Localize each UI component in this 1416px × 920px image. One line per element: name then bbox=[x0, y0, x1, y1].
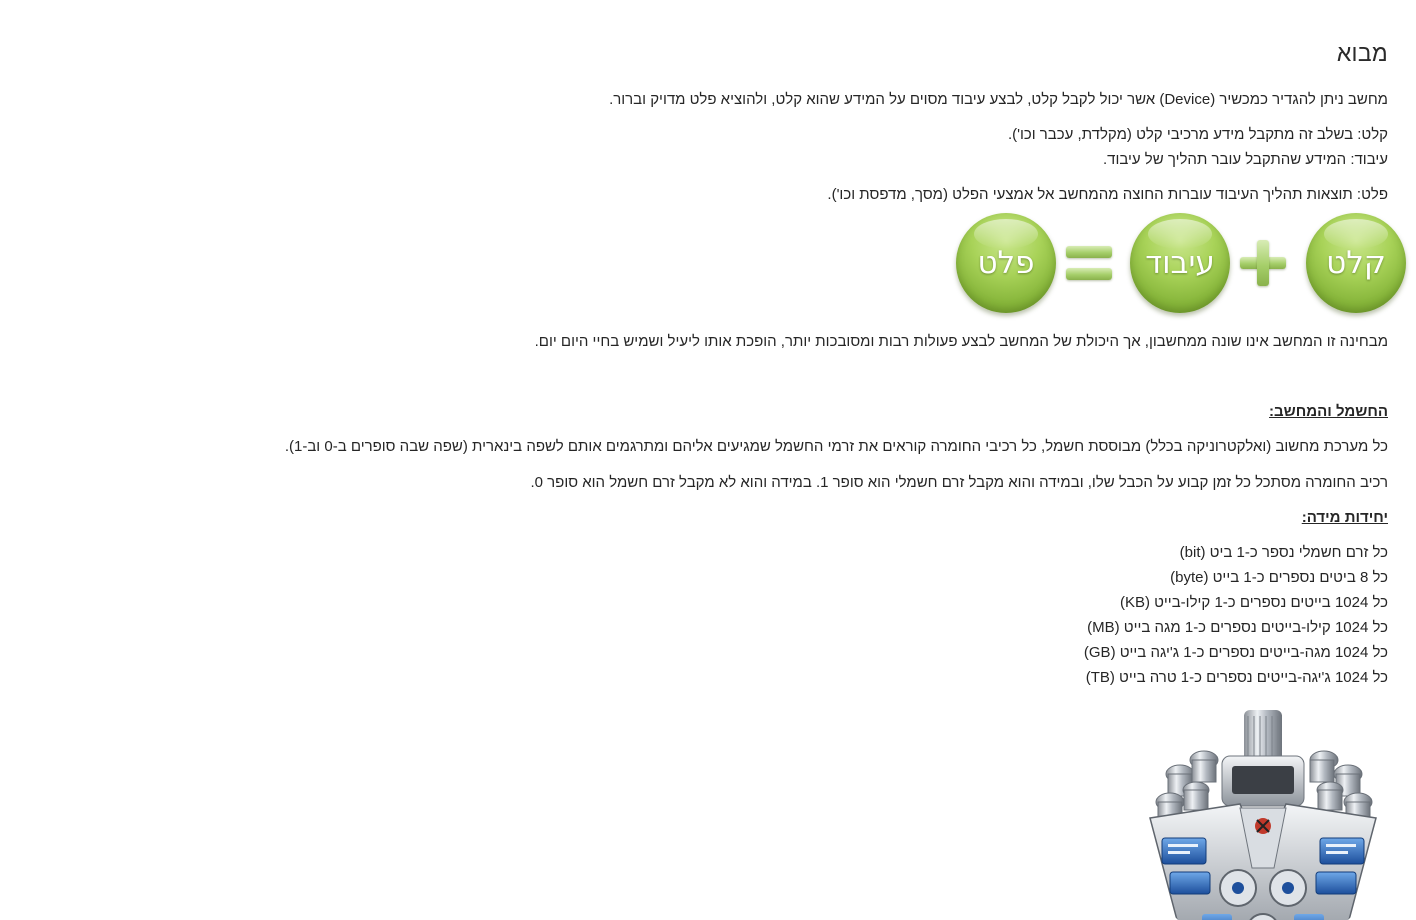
summary-paragraph: מבחינה זו המחשב אינו שונה ממחשבון, אך הי… bbox=[534, 333, 1388, 350]
input-definition: קלט: בשלב זה מתקבל מידע מרכיבי קלט (מקלד… bbox=[1007, 126, 1388, 143]
processing-circle: עיבוד bbox=[1130, 213, 1230, 313]
electricity-heading: החשמל והמחשב: bbox=[1269, 403, 1388, 420]
input-circle: קלט bbox=[1306, 213, 1406, 313]
unit-item-tb: כל 1024 ג'יגה-בייטים נספרים כ-1 טרה בייט… bbox=[1085, 669, 1388, 686]
processing-definition: עיבוד: המידע שהתקבל עובר תהליך של עיבוד. bbox=[1102, 151, 1388, 168]
unit-item-gb: כל 1024 מגה-בייטים נספרים כ-1 ג'יגה בייט… bbox=[1083, 644, 1388, 661]
electricity-paragraph-2: רכיב החומרה מסתכל כל זמן קבוע על הכבל של… bbox=[530, 474, 1388, 491]
unit-item-mb: כל 1024 קילו-בייטים נספרים כ-1 מגה בייט … bbox=[1087, 619, 1388, 636]
equals-icon bbox=[1066, 240, 1112, 286]
intro-paragraph: מחשב ניתן להגדיר כמכשיר (Device) אשר יכו… bbox=[609, 91, 1388, 108]
io-flow-diagram: קלט עיבוד פלט bbox=[936, 213, 1406, 317]
output-circle: פלט bbox=[956, 213, 1056, 313]
unit-item-byte: כל 8 ביטים נספרים כ-1 בייט (byte) bbox=[1170, 569, 1388, 586]
output-definition: פלט: תוצאות תהליך העיבוד עוברות החוצה מה… bbox=[827, 186, 1388, 203]
unit-item-kb: כל 1024 בייטים נספרים כ-1 קילו-בייט (KB) bbox=[1119, 594, 1388, 611]
unit-item-bit: כל זרם חשמלי נספר כ-1 ביט (bit) bbox=[1179, 544, 1388, 561]
output-circle-label: פלט bbox=[977, 245, 1035, 281]
plus-icon bbox=[1240, 240, 1286, 286]
engine-computer-image bbox=[1140, 708, 1386, 920]
input-circle-label: קלט bbox=[1326, 245, 1386, 281]
page-title: מבוא bbox=[1336, 40, 1388, 66]
units-heading: יחידות מידה: bbox=[1301, 509, 1388, 526]
processing-circle-label: עיבוד bbox=[1145, 245, 1215, 281]
electricity-paragraph-1: כל מערכת מחשוב (ואלקטרוניקה בכלל) מבוססת… bbox=[284, 438, 1388, 455]
